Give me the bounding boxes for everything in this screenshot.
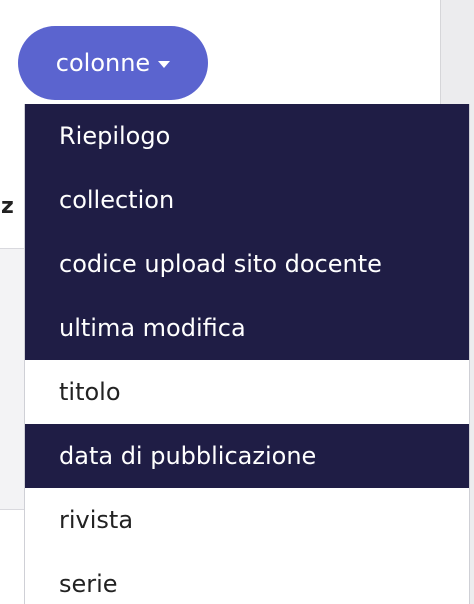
menu-item-label: codice upload sito docente <box>59 250 382 278</box>
columns-dropdown-menu: Riepilogo collection codice upload sito … <box>24 104 470 604</box>
menu-item-serie[interactable]: serie <box>25 552 469 604</box>
menu-item-label: serie <box>59 570 118 598</box>
menu-item-titolo[interactable]: titolo <box>25 360 469 424</box>
menu-item-label: collection <box>59 186 175 214</box>
page: z colonne Riepilogo collection codice up… <box>0 0 474 604</box>
menu-item-data-di-pubblicazione[interactable]: data di pubblicazione <box>25 424 469 488</box>
menu-item-riepilogo[interactable]: Riepilogo <box>25 104 469 168</box>
background-table-fragment <box>0 248 26 510</box>
menu-item-label: ultima modifica <box>59 314 246 342</box>
menu-item-collection[interactable]: collection <box>25 168 469 232</box>
menu-item-codice-upload-sito-docente[interactable]: codice upload sito docente <box>25 232 469 296</box>
menu-item-ultima-modifica[interactable]: ultima modifica <box>25 296 469 360</box>
menu-item-label: Riepilogo <box>59 122 171 150</box>
menu-item-label: data di pubblicazione <box>59 442 317 470</box>
columns-button-label: colonne <box>55 49 151 77</box>
menu-item-label: rivista <box>59 506 134 534</box>
columns-dropdown-button[interactable]: colonne <box>18 26 208 100</box>
background-header-fragment: z <box>1 194 14 219</box>
menu-item-label: titolo <box>59 378 121 406</box>
caret-down-icon <box>158 60 171 68</box>
menu-item-rivista[interactable]: rivista <box>25 488 469 552</box>
